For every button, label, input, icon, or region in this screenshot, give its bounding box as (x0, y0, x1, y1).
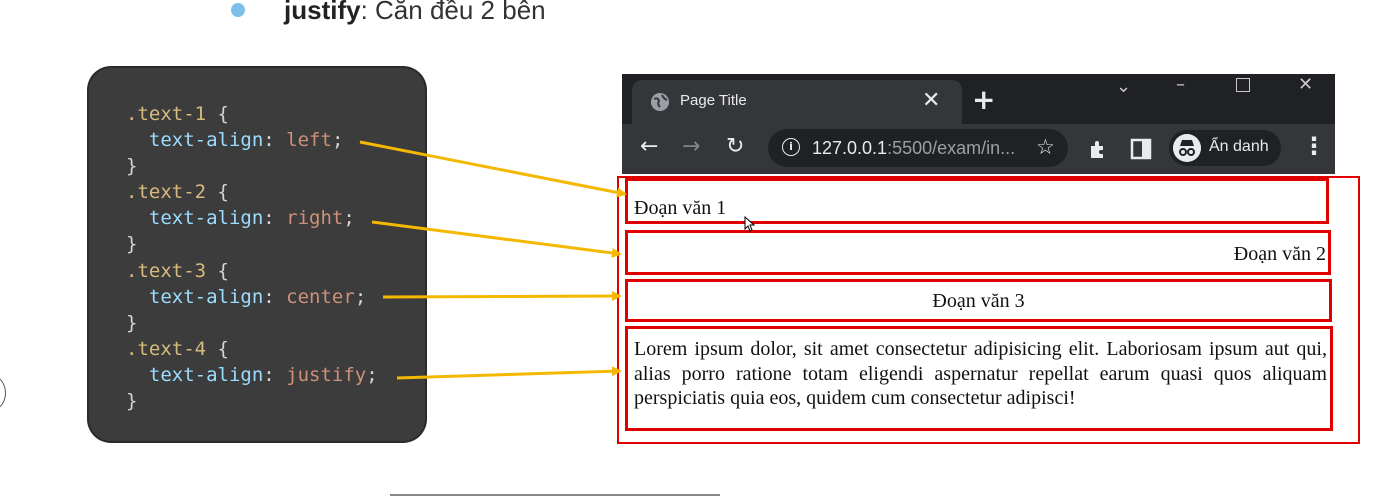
arrow-4 (396, 366, 622, 380)
arrow-2 (371, 220, 622, 258)
arrows-layer (359, 140, 627, 380)
arrow-3 (382, 291, 622, 302)
arrow-1 (359, 140, 627, 198)
